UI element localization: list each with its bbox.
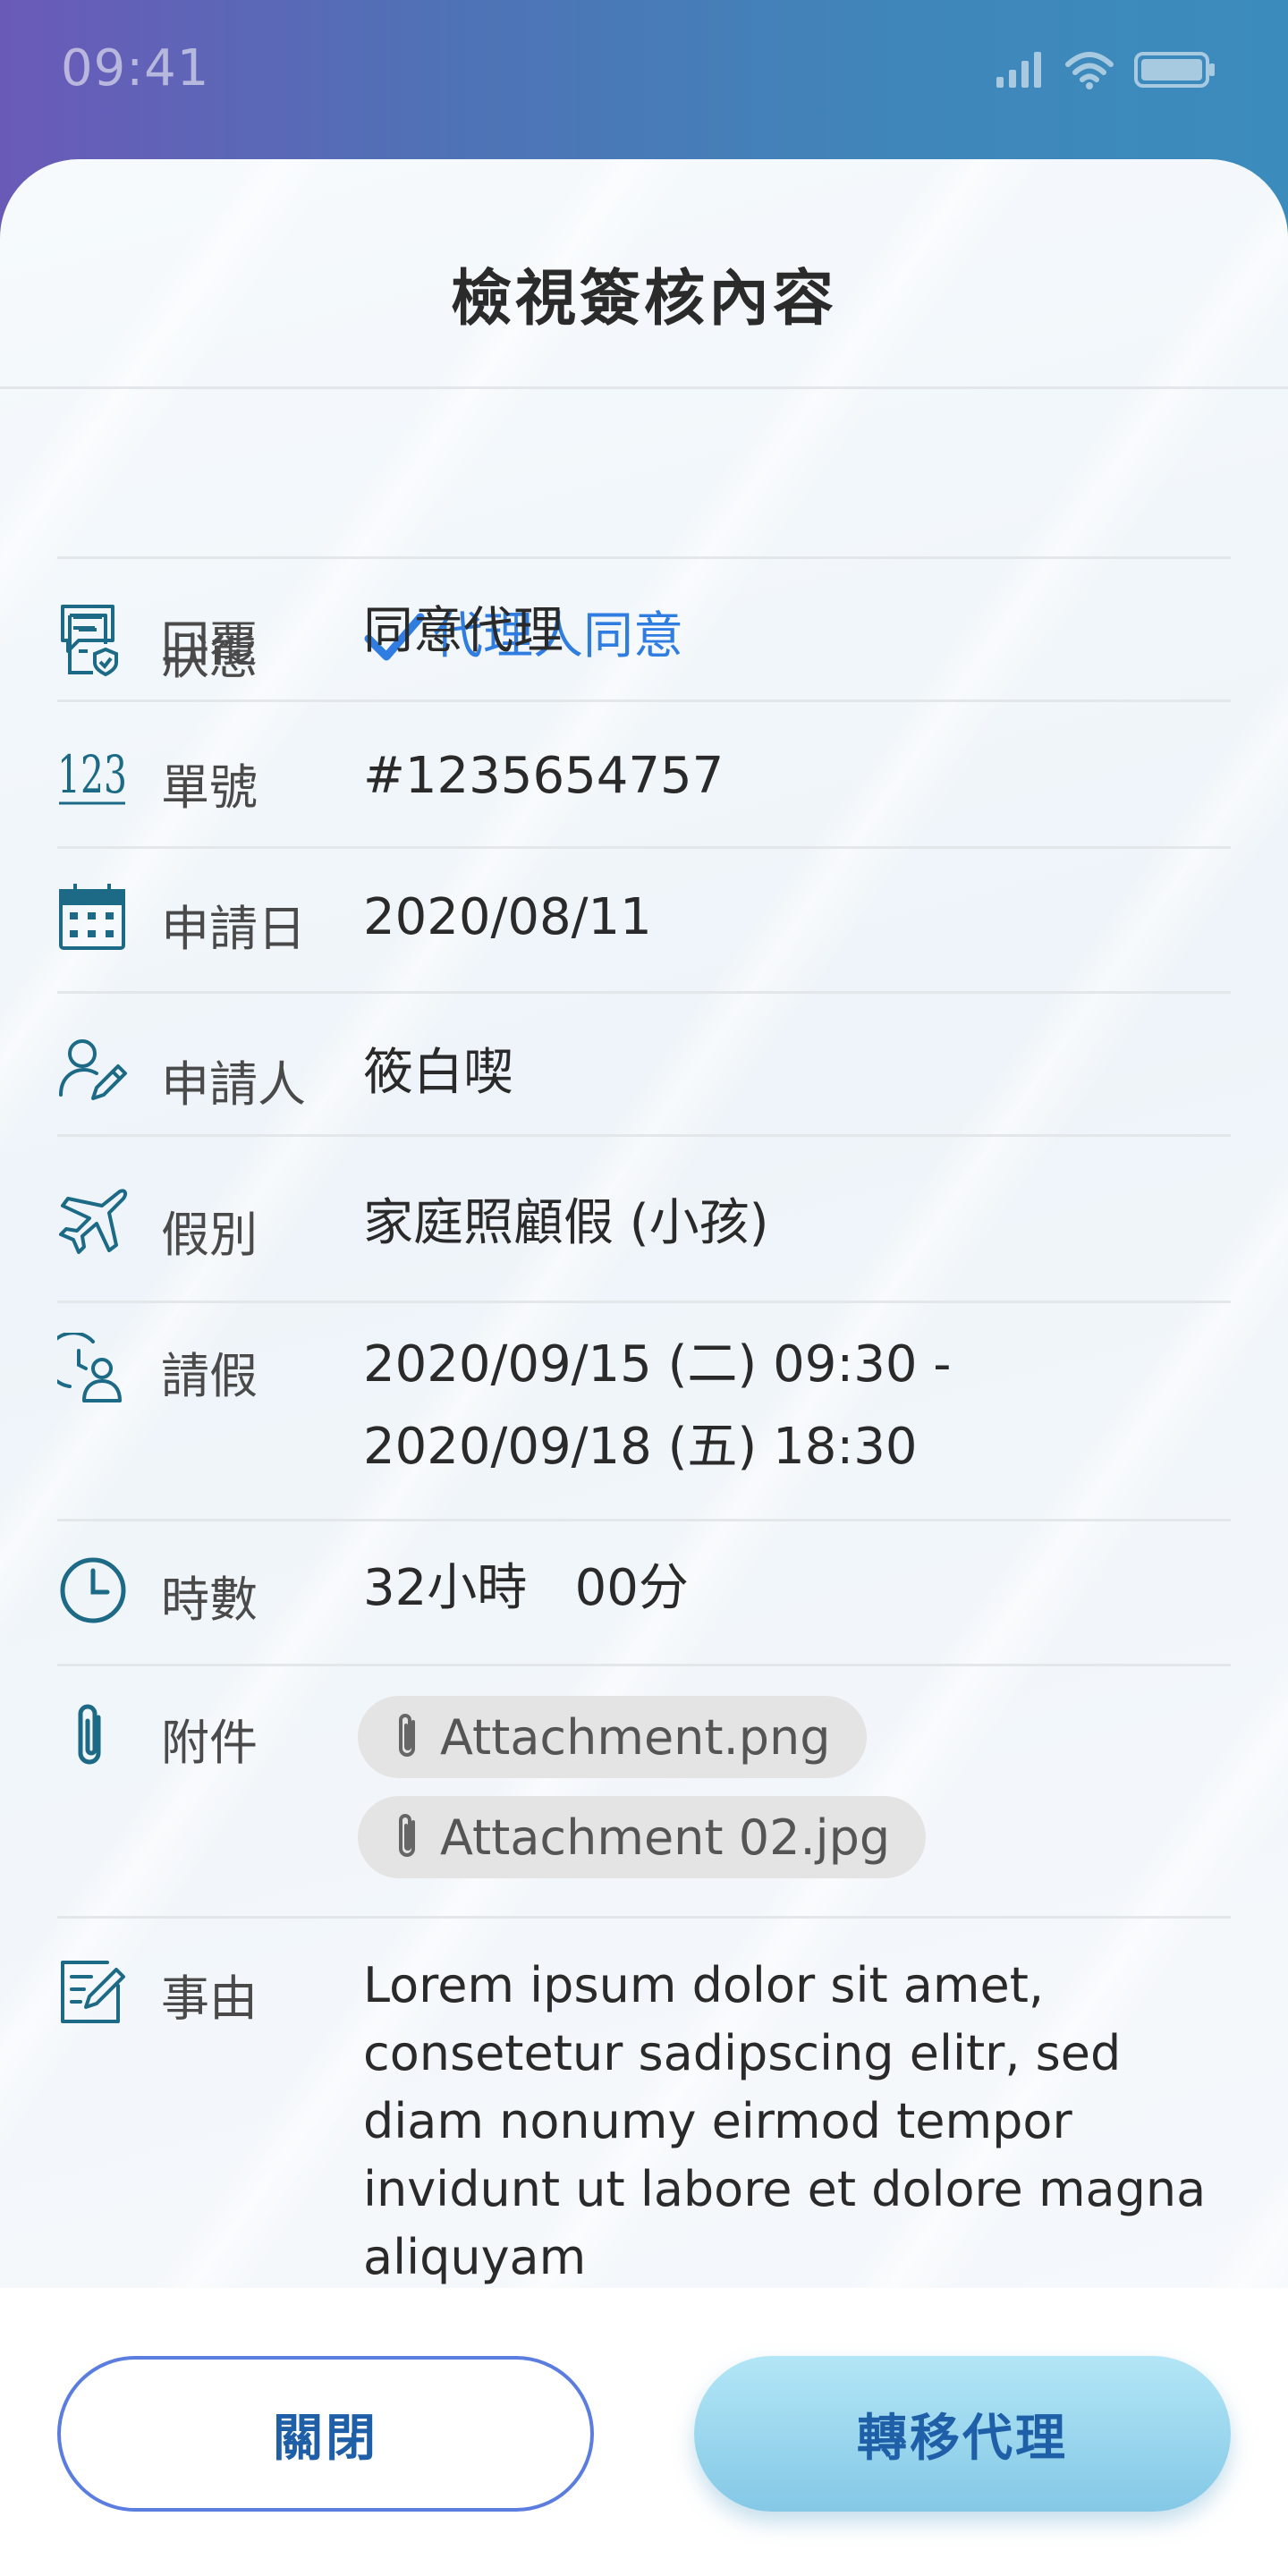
status-label: 狀態 xyxy=(161,629,258,685)
status-text: 代理人同意 xyxy=(433,607,683,665)
footer-bar: 關閉 轉移代理 xyxy=(0,2288,1288,2576)
status-time: 09:41 xyxy=(61,39,210,97)
transfer-proxy-button[interactable]: 轉移代理 xyxy=(694,2356,1231,2512)
battery-icon xyxy=(1134,52,1215,88)
paperclip-icon xyxy=(399,1714,415,1757)
title-divider xyxy=(0,386,1288,389)
checkmark-icon xyxy=(364,613,425,661)
approval-detail-sheet: 檢視簽核內容 狀態 代理人同意 xyxy=(0,159,1288,2576)
attachment-filename: Attachment 02.jpg xyxy=(440,1809,891,1866)
attachment-filename: Attachment.png xyxy=(440,1708,831,1766)
status-icons xyxy=(995,50,1216,89)
row-status: 狀態 代理人同意 xyxy=(57,390,1231,719)
status-bar: 09:41 xyxy=(0,0,1288,152)
paperclip-icon xyxy=(399,1814,415,1857)
document-check-icon xyxy=(57,608,129,680)
signal-icon xyxy=(996,52,1041,88)
attachment-chip[interactable]: Attachment.png xyxy=(358,1696,867,1778)
attachment-chip[interactable]: Attachment 02.jpg xyxy=(358,1796,927,1878)
page-title: 檢視簽核內容 xyxy=(450,264,837,335)
wifi-icon xyxy=(1065,52,1114,89)
close-button[interactable]: 關閉 xyxy=(57,2356,594,2512)
status-value: 代理人同意 xyxy=(363,596,683,678)
